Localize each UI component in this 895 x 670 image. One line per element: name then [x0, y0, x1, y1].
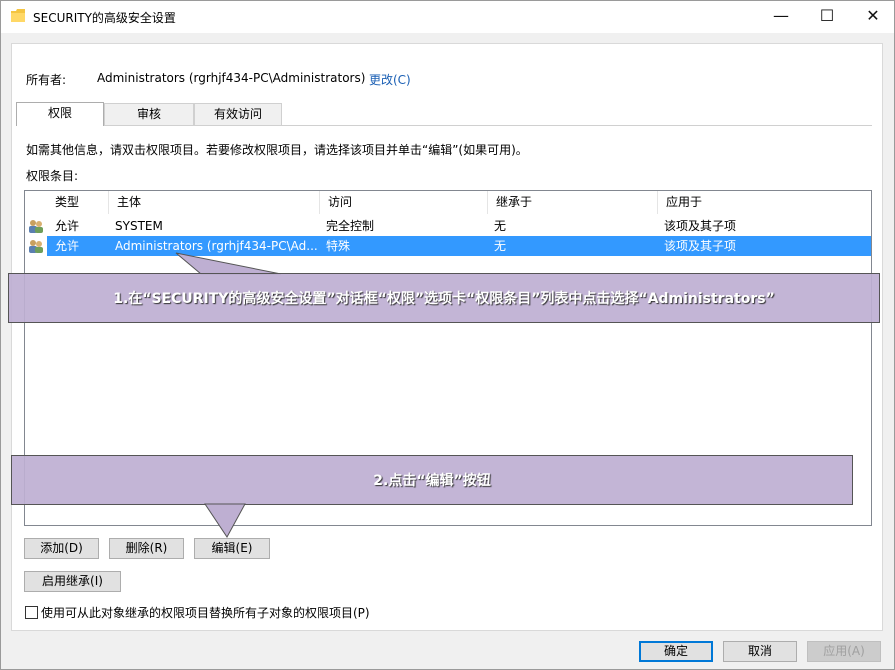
info-text: 如需其他信息，请双击权限项目。若要修改权限项目，请选择该项目并单击“编辑”(如果…	[26, 143, 528, 157]
apply-button[interactable]: 应用(A)	[807, 641, 881, 662]
change-owner-link[interactable]: 更改(C)	[369, 71, 411, 88]
edit-button[interactable]: 编辑(E)	[194, 538, 270, 559]
cell-applies-to: 该项及其子项	[664, 239, 737, 253]
close-icon: ✕	[866, 6, 880, 25]
maximize-icon: ☐	[819, 6, 835, 25]
users-icon	[29, 240, 43, 253]
cell-applies-to: 该项及其子项	[664, 219, 737, 233]
cell-inherited-from: 无	[494, 239, 507, 253]
add-button[interactable]: 添加(D)	[24, 538, 99, 559]
cell-access: 完全控制	[326, 219, 375, 233]
cell-access: 特殊	[326, 239, 351, 253]
minimize-icon: —	[773, 6, 789, 25]
cell-principal: SYSTEM	[115, 219, 163, 233]
replace-child-permissions-label: 使用可从此对象继承的权限项目替换所有子对象的权限项目(P)	[41, 606, 370, 620]
owner-label: 所有者:	[26, 73, 67, 87]
cancel-button[interactable]: 取消	[723, 641, 797, 662]
callout-step-2: 2.点击“编辑”按钮	[11, 455, 853, 505]
owner-value: Administrators (rgrhjf434-PC\Administrat…	[97, 71, 366, 85]
remove-button[interactable]: 删除(R)	[109, 538, 184, 559]
cell-type: 允许	[55, 239, 80, 253]
close-button[interactable]: ✕	[850, 1, 895, 33]
ok-button[interactable]: 确定	[639, 641, 713, 662]
window-title: SECURITY的高级安全设置	[33, 11, 176, 25]
replace-child-permissions-checkbox[interactable]	[25, 606, 38, 619]
column-header-principal[interactable]: 主体	[109, 191, 320, 214]
folder-icon	[11, 9, 25, 22]
minimize-button[interactable]: —	[758, 1, 804, 33]
column-header-applies-to[interactable]: 应用于	[658, 191, 871, 214]
tab-auditing[interactable]: 审核	[104, 103, 194, 125]
table-row[interactable]: 允许 SYSTEM 完全控制 无 该项及其子项	[25, 216, 871, 236]
callout-step-1: 1.在“SECURITY的高级安全设置”对话框“权限”选项卡“权限条目”列表中点…	[8, 273, 880, 323]
tab-divider	[16, 125, 872, 126]
title-bar[interactable]: SECURITY的高级安全设置 — ☐ ✕	[1, 1, 894, 33]
callout-2-pointer	[204, 503, 246, 538]
cell-inherited-from: 无	[494, 219, 507, 233]
enable-inheritance-button[interactable]: 启用继承(I)	[24, 571, 121, 592]
column-header-inherited-from[interactable]: 继承于	[488, 191, 658, 214]
cell-type: 允许	[55, 219, 80, 233]
permission-entries-label: 权限条目:	[26, 169, 79, 183]
users-icon	[29, 220, 43, 233]
column-header-access[interactable]: 访问	[320, 191, 488, 214]
dialog-content: 所有者: Administrators (rgrhjf434-PC\Admini…	[11, 43, 883, 631]
table-row-selected[interactable]: 允许 Administrators (rgrhjf434-PC\Ad... 特殊…	[25, 236, 871, 256]
tab-permissions[interactable]: 权限	[16, 102, 104, 126]
security-settings-window: SECURITY的高级安全设置 — ☐ ✕ 所有者: Administrator…	[0, 0, 895, 670]
tab-effective-access[interactable]: 有效访问	[194, 103, 282, 125]
column-header-type[interactable]: 类型	[47, 191, 109, 214]
maximize-button[interactable]: ☐	[804, 1, 850, 33]
